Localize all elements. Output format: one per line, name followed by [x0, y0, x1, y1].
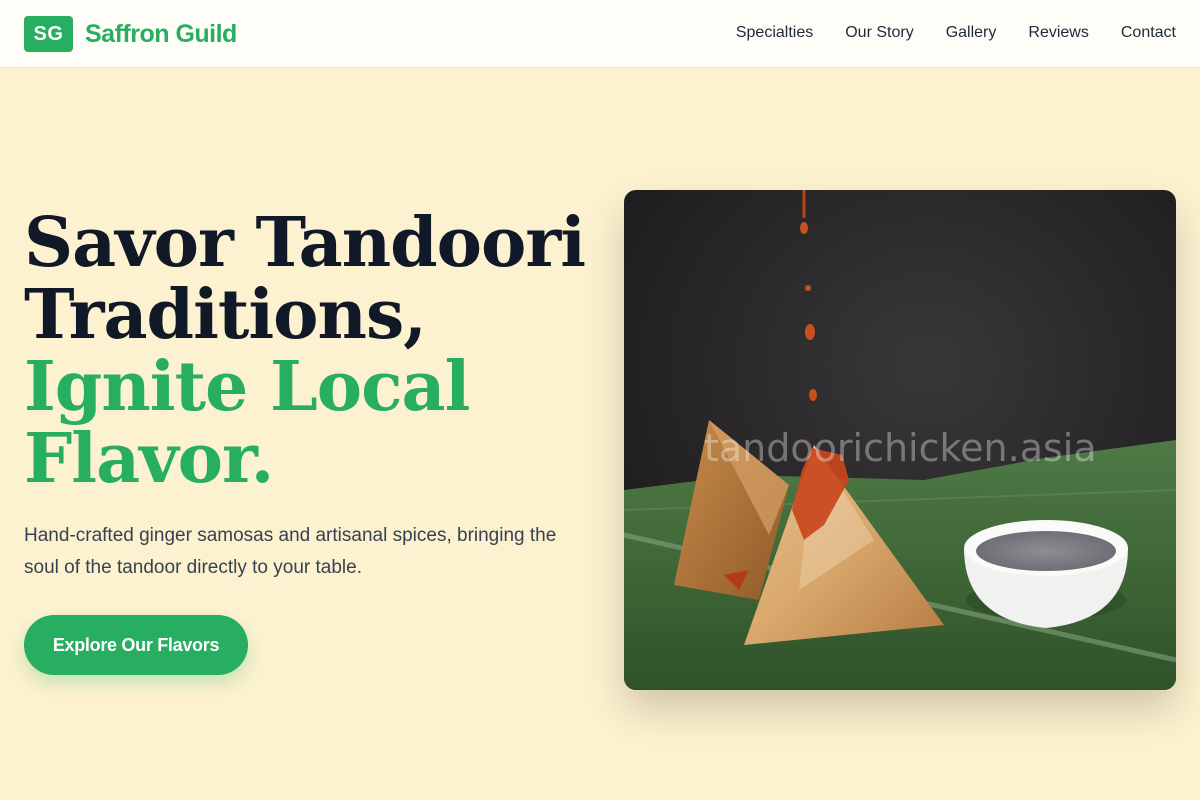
- site-header: SG Saffron Guild Specialties Our Story G…: [0, 0, 1200, 68]
- main-nav: Specialties Our Story Gallery Reviews Co…: [736, 22, 1176, 44]
- headline-line: Savor Tandoori: [24, 203, 586, 283]
- hero-headline: Savor Tandoori Traditions, Ignite Local …: [24, 207, 604, 495]
- explore-flavors-button[interactable]: Explore Our Flavors: [24, 615, 248, 675]
- nav-link-gallery[interactable]: Gallery: [946, 22, 997, 44]
- headline-accent-line: Flavor.: [24, 419, 274, 499]
- nav-link-reviews[interactable]: Reviews: [1028, 22, 1088, 44]
- brand-name[interactable]: Saffron Guild: [85, 18, 237, 50]
- nav-link-contact[interactable]: Contact: [1121, 22, 1176, 44]
- nav-link-specialties[interactable]: Specialties: [736, 22, 813, 44]
- hero-food-image: tandoorichicken.asia: [624, 190, 1176, 690]
- headline-line: Traditions,: [24, 275, 427, 355]
- headline-accent-line: Ignite Local: [24, 347, 470, 427]
- nav-link-our-story[interactable]: Our Story: [845, 22, 913, 44]
- logo-badge[interactable]: SG: [24, 16, 73, 52]
- hero-subtitle: Hand-crafted ginger samosas and artisana…: [24, 525, 557, 578]
- image-watermark: tandoorichicken.asia: [704, 426, 1097, 470]
